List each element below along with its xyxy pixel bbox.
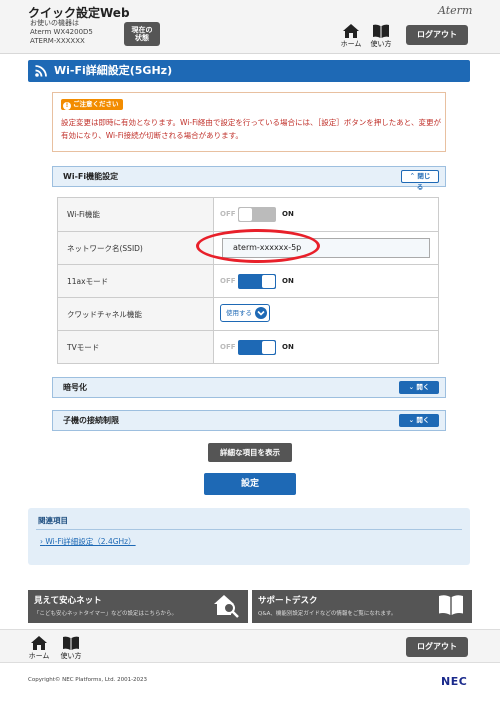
chevron-down-icon: ⌄ (408, 383, 415, 391)
row-label: クワッドチャネル機能 (58, 298, 214, 330)
notice-badge: ! ご注意ください (61, 99, 123, 110)
current-status-button[interactable]: 現在の 状態 (124, 22, 160, 46)
header: クイック設定Web お使いの機器は Aterm WX4200D5 ATERM-X… (0, 0, 500, 54)
home-icon (31, 636, 47, 650)
chevron-up-icon: ⌃ (409, 172, 416, 180)
related-link-24ghz[interactable]: › Wi-Fi詳細設定（2.4GHz） (40, 536, 136, 547)
quad-channel-select[interactable]: 使用する (220, 304, 270, 322)
table-row: クワッドチャネル機能 使用する (58, 297, 438, 330)
wifi-function-section-header: Wi-Fi機能設定 ⌃ 閉じる (52, 166, 446, 191)
device-info: お使いの機器は Aterm WX4200D5 ATERM-XXXXXX (30, 19, 93, 45)
book-icon (373, 24, 389, 38)
highlight-circle (196, 229, 320, 263)
brand-logo: Aterm (438, 4, 473, 17)
table-row: Wi-Fi機能 OFF ON (58, 198, 438, 231)
footer-howto-button[interactable]: 使い方 (56, 636, 86, 661)
home-icon (343, 24, 359, 38)
mieteanshin-banner[interactable]: 見えて安心ネット 「こども安心ネットタイマー」などの設定はこちらから。 (28, 590, 248, 623)
footer-home-button[interactable]: ホーム (24, 636, 54, 661)
logout-button[interactable]: ログアウト (406, 25, 468, 45)
notice-text: 設定変更は即時に有効となります。Wi-Fi経由で設定を行っている場合には、［設定… (61, 118, 441, 140)
footer-bar: ホーム 使い方 ログアウト (0, 629, 500, 663)
table-row: 11axモード OFF ON (58, 264, 438, 297)
wifi-icon (35, 65, 47, 77)
chevron-down-icon: ⌄ (408, 416, 415, 424)
howto-nav-button[interactable]: 使い方 (366, 24, 396, 49)
wifi-settings-table: Wi-Fi機能 OFF ON ネットワーク名(SSID) aterm-xxxxx… (57, 197, 439, 364)
home-search-icon (214, 595, 239, 618)
home-nav-button[interactable]: ホーム (336, 24, 366, 49)
exclamation-icon: ! (63, 102, 71, 110)
row-label: Wi-Fi機能 (58, 198, 214, 231)
notice-box: ! ご注意ください 設定変更は即時に有効となります。Wi-Fi経由で設定を行ってい… (52, 92, 446, 152)
copyright: Copyright© NEC Platforms, Ltd. 2001-2023 (28, 677, 148, 683)
related-items-box: 関連項目 › Wi-Fi詳細設定（2.4GHz） (28, 508, 470, 565)
chevron-right-icon: › (40, 537, 43, 546)
encryption-section-header[interactable]: 暗号化 ⌄ 開く (52, 377, 446, 398)
book-icon (439, 595, 463, 615)
related-title: 関連項目 (38, 516, 68, 525)
submit-settings-button[interactable]: 設定 (204, 473, 296, 495)
row-label: 11axモード (58, 265, 214, 297)
row-label: TVモード (58, 331, 214, 363)
page-title: Wi-Fi詳細設定(5GHz) (28, 60, 470, 82)
table-row: TVモード OFF ON (58, 330, 438, 363)
show-details-button[interactable]: 詳細な項目を表示 (208, 443, 292, 462)
footer-logout-button[interactable]: ログアウト (406, 637, 468, 657)
book-icon (63, 636, 79, 650)
encryption-open-button[interactable]: ⌄ 開く (399, 381, 439, 394)
child-open-button[interactable]: ⌄ 開く (399, 414, 439, 427)
child-connection-section-header[interactable]: 子機の接続制限 ⌄ 開く (52, 410, 446, 431)
nec-logo: NEC (441, 675, 468, 688)
section-close-button[interactable]: ⌃ 閉じる (401, 170, 439, 191)
chevron-down-icon (255, 307, 267, 319)
support-desk-banner[interactable]: サポートデスク Q&A、機能別設定ガイドなどの情報をご覧になれます。 (252, 590, 472, 623)
row-label: ネットワーク名(SSID) (58, 232, 214, 264)
